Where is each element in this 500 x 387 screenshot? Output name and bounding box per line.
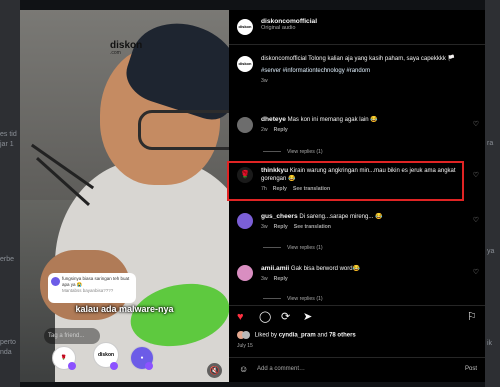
like-comment-icon[interactable]: ♡ [473,216,479,224]
heart-icon[interactable]: ♥ [237,311,244,323]
post-comment-button[interactable]: Post [465,366,477,372]
liked-by-user[interactable]: cyndia_pram [279,333,316,339]
view-replies-button[interactable]: View replies (1) [263,245,323,251]
live-badge [145,362,153,370]
overlay-comment-title: fungsinya biasa saringan teh buat apa ya… [62,276,130,287]
bookmark-icon[interactable]: ⚐ [467,311,477,323]
comment-icon[interactable]: ◯ [259,311,271,323]
comment-age: 7h [261,186,267,192]
liked-by-others[interactable]: 78 others [329,333,356,339]
see-translation-button[interactable]: See translation [294,224,331,230]
caption-avatar[interactable]: diskon [237,56,253,72]
comment-text: Gak bisa berword word😂 [290,266,361,272]
liked-by-prefix: Liked by [254,332,278,339]
post-media[interactable]: diskon .com fungsinya biasa saringan teh… [20,10,229,382]
post-hashtags[interactable]: #server #informationtechnology #random [261,68,476,74]
comment-item: amii.amii Gak bisa berword word😂 3w Reply [261,265,461,282]
add-comment-row: ☺ Add a comment… Post [229,357,485,383]
post-detail-panel: diskon diskoncomofficial Original audio … [227,10,485,383]
view-replies-button[interactable]: View replies (1) [263,296,323,302]
post-header-text: diskoncomofficial Original audio [261,18,317,31]
caption-age: 3w [261,78,268,84]
post-author-username[interactable]: diskoncomofficial [261,18,317,25]
ghost-text: perto [0,339,16,346]
comment-username[interactable]: gus_cheers [261,213,298,220]
post-date: July 15 [237,343,253,349]
like-comment-icon[interactable]: ♡ [473,268,479,276]
liker-avatar [242,331,250,339]
audio-label[interactable]: Original audio [261,25,317,31]
comment-avatar[interactable] [237,213,253,229]
media-glasses [138,110,229,150]
see-translation-button[interactable]: See translation [293,186,330,192]
comment-username[interactable]: thinkkyu [261,167,288,174]
post-header: diskon diskoncomofficial Original audio [229,10,485,45]
ghost-text: nda [0,349,12,356]
reply-button[interactable]: Reply [274,276,288,282]
comment-avatar[interactable]: 🌹 [237,167,253,183]
ghost-text: jar 1 [0,141,14,148]
ghost-text: ik [487,340,493,347]
media-brand-logo: diskon .com [110,40,142,56]
liked-by-and: and [317,332,328,339]
comment-text: Di sareng...sarape mireng... 😂 [299,214,383,220]
comment-text: Mas kon ini memang agak lain 😂 [287,117,378,123]
comment-username[interactable]: dheteye [261,116,286,123]
comment-age: 2w [261,127,268,133]
comment-text: Kirain warung angkringan min...mau bikin… [261,168,456,182]
share-icon[interactable]: ➤ [303,311,312,323]
mute-icon[interactable]: 🔇 [207,363,222,378]
ghost-text: ya [487,248,495,255]
tag-friend-input[interactable]: Tag a friend... [44,328,100,344]
like-comment-icon[interactable]: ♡ [473,171,479,179]
emoji-icon[interactable]: ☺ [239,364,248,374]
comment-age: 3w [261,276,268,282]
post-caption-block: diskoncomofficial Tolong kalian aja yang… [261,55,476,84]
overlay-comment: fungsinya biasa saringan teh buat apa ya… [48,273,136,303]
action-bar: ♥ ◯ ⟳ ➤ ⚐ [229,305,485,326]
comment-age: 3w [261,224,268,230]
ghost-text: ra [487,140,494,147]
live-badge [110,362,118,370]
like-comment-icon[interactable]: ♡ [473,120,479,128]
ghost-text: erbe [0,256,15,263]
reply-button[interactable]: Reply [274,127,288,133]
add-comment-input[interactable]: Add a comment… [257,366,305,372]
comment-avatar[interactable] [237,265,253,281]
overlay-comment-sub: Mantabss bayanbisa???? [62,288,114,293]
background-feed-right: ra ya ik [485,0,500,387]
comment-item: gus_cheers Di sareng...sarape mireng... … [261,213,461,230]
ghost-text: es tid [0,131,17,138]
comment-avatar[interactable] [237,117,253,133]
repost-icon[interactable]: ⟳ [281,311,290,323]
comment-item: thinkkyu Kirain warung angkringan min...… [261,167,456,192]
post-caption: diskoncomofficial Tolong kalian aja yang… [261,56,456,62]
overlay-avatar [51,277,60,286]
live-badge [68,362,76,370]
video-caption: kalau ada malware-nya [75,304,174,314]
background-feed-left: es tid jar 1 erbe perto nda [0,0,20,387]
reply-button[interactable]: Reply [273,186,287,192]
likes-summary: Liked by cyndia_pram and 78 others [237,331,356,339]
comment-username[interactable]: amii.amii [261,265,289,272]
comment-item: dheteye Mas kon ini memang agak lain 😂 2… [261,116,461,133]
post-author-avatar[interactable]: diskon [237,19,253,35]
reply-button[interactable]: Reply [274,224,288,230]
view-replies-button[interactable]: View replies (1) [263,149,323,155]
